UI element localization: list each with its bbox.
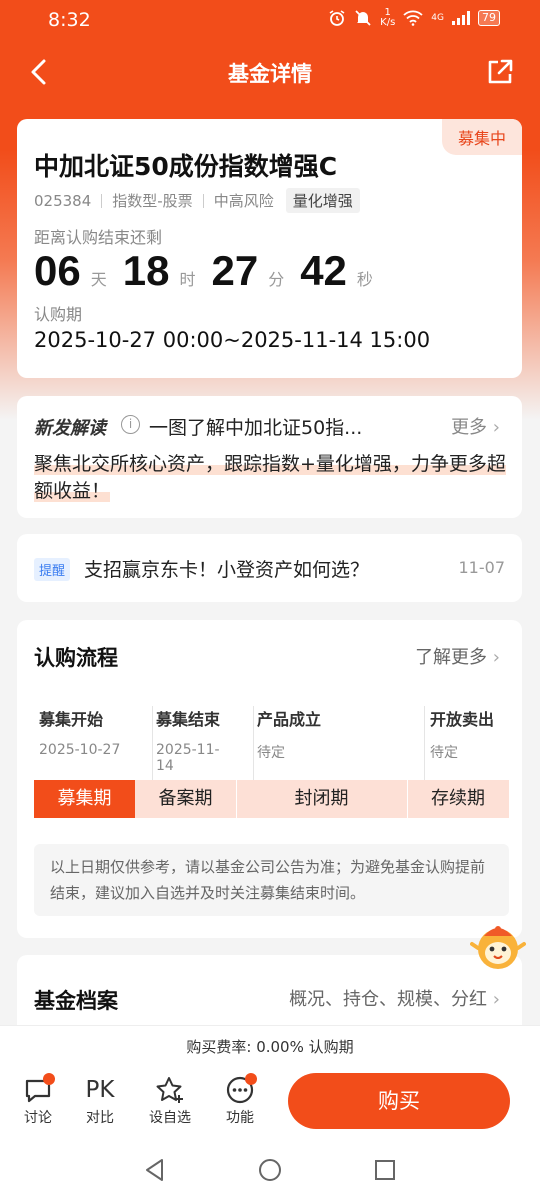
step-open-sell: 开放卖出 待定 [409,706,509,778]
step-label: 产品成立 [257,710,322,729]
fund-code: 025384 [34,191,92,210]
archive-title: 基金档案 [34,989,118,1013]
status-icons: 1 K/s 4G 79 [328,8,500,28]
step-raise-start: 募集开始 2025-10-27 [34,706,134,778]
countdown-days-unit: 天 [90,270,107,289]
title-bar: 基金详情 [0,44,540,100]
pk-icon: PK [85,1077,115,1103]
compare-button[interactable]: PK 对比 [72,1073,128,1127]
subscription-period-label: 认购期 [34,305,83,324]
system-navigation-bar [0,1137,540,1200]
notification-dot [245,1073,257,1085]
countdown-minutes: 27 [211,247,259,294]
mute-icon [355,10,371,26]
news-label: 新发解读 [34,418,106,439]
page-title: 基金详情 [228,62,312,86]
countdown-seconds: 42 [300,247,347,294]
countdown-minutes-unit: 分 [268,270,285,289]
news-more-link[interactable]: 更多 › [451,413,500,439]
discuss-button[interactable]: 讨论 [10,1073,66,1127]
fund-name: 中加北证50成份指数增强C [34,152,338,181]
step-label: 开放卖出 [430,710,495,729]
phase-filing: 备案期 [158,788,213,809]
reminder-card[interactable]: 提醒 支招赢京东卡！小登资产如何选？ 11-07 [17,534,522,602]
fund-risk: 中高风险 [213,192,274,210]
countdown-seconds-unit: 秒 [356,270,373,289]
info-icon[interactable]: i [121,415,140,434]
signal-icon [452,11,470,25]
step-date: 2025-10-27 [39,742,121,758]
chevron-right-icon: › [492,989,500,1010]
news-more-label: 更多 [451,417,488,438]
alarm-icon [329,10,345,26]
compare-label: 对比 [86,1110,114,1126]
nav-back-icon[interactable] [140,1155,170,1185]
archive-links-label: 概况、持仓、规模、分红 [289,989,488,1010]
star-add-icon [156,1077,183,1103]
divider [202,193,204,208]
step-label: 募集开始 [39,710,104,729]
process-phases: 募集期 备案期 封闭期 存续期 [34,780,509,818]
step-label: 募集结束 [156,710,221,729]
nav-recents-icon[interactable] [370,1155,400,1185]
process-note: 以上日期仅供参考，请以基金公司公告为准；为避免基金认购提前结束，建议加入自选并及… [34,844,509,916]
reminder-badge: 提醒 [34,558,71,581]
status-badge: 募集中 [441,119,522,155]
fund-tags: 025384 指数型-股票 中高风险 量化增强 [34,188,360,213]
functions-button[interactable]: 功能 [212,1073,268,1127]
fee-info-bar: 购买费率: 0.00% 认购期 [0,1025,540,1067]
divider [101,193,103,208]
fund-type: 指数型-股票 [112,192,193,210]
share-icon[interactable] [482,54,518,90]
countdown-hours: 18 [122,247,170,294]
process-title: 认购流程 [34,646,118,670]
process-steps: 募集开始 2025-10-27 募集结束 2025-11-14 产品成立 待定 … [34,706,509,780]
chevron-right-icon: › [492,647,500,668]
status-bar: 8:32 1 K/s 4G 79 [0,0,540,40]
discuss-label: 讨论 [24,1110,52,1126]
battery-icon: 79 [478,10,500,26]
step-raise-end: 募集结束 2025-11-14 [135,706,235,778]
archive-links[interactable]: 概况、持仓、规模、分红 › [289,985,500,1011]
countdown-timer: 06 天 18 时 27 分 42 秒 [34,247,389,295]
countdown-days: 06 [34,247,81,294]
subscription-period-value: 2025-10-27 00:00~2025-11-14 15:00 [34,328,431,352]
fund-summary-card: 募集中 中加北证50成份指数增强C 025384 指数型-股票 中高风险 量化增… [17,119,522,378]
phase-ongoing: 存续期 [431,788,485,809]
functions-label: 功能 [226,1110,254,1126]
news-title[interactable]: 一图了解中加北证50指... [149,413,362,440]
step-date: 待定 [430,745,458,761]
step-established: 产品成立 待定 [236,706,396,778]
reminder-date: 11-07 [458,558,506,577]
fund-strategy-tag: 量化增强 [285,188,360,213]
reminder-text[interactable]: 支招赢京东卡！小登资产如何选？ [84,555,369,582]
notification-dot [43,1073,55,1085]
network-type: 4G [431,13,444,23]
chevron-right-icon: › [492,417,500,438]
add-watchlist-label: 设自选 [149,1110,191,1126]
status-time: 8:32 [48,9,91,31]
mascot-assistant-icon[interactable] [470,918,526,974]
bottom-toolbar: 讨论 PK 对比 设自选 功能 购买 [0,1067,540,1137]
phase-raising: 募集期 [34,780,135,818]
learn-more-label: 了解更多 [415,647,488,668]
wifi-icon [403,10,423,26]
news-highlight-text: 聚焦北交所核心资产，跟踪指数+量化增强，力争更多超额收益！ [34,453,506,502]
countdown-label: 距离认购结束还剩 [34,228,163,247]
buy-button[interactable]: 购买 [288,1073,510,1129]
news-card[interactable]: 新发解读 i 一图了解中加北证50指... 更多 › 聚焦北交所核心资产，跟踪指… [17,396,522,518]
countdown-hours-unit: 时 [179,270,196,289]
news-highlight: 聚焦北交所核心资产，跟踪指数+量化增强，力争更多超额收益！ [34,451,514,505]
nav-home-icon[interactable] [255,1155,285,1185]
net-speed: 1 K/s [380,7,396,28]
subscription-process-card: 认购流程 了解更多 › 募集开始 2025-10-27 募集结束 2025-11… [17,620,522,938]
phase-closed: 封闭期 [294,788,349,809]
step-date: 待定 [257,745,285,761]
add-watchlist-button[interactable]: 设自选 [142,1073,198,1127]
step-date: 2025-11-14 [156,742,220,774]
learn-more-link[interactable]: 了解更多 › [415,643,500,669]
